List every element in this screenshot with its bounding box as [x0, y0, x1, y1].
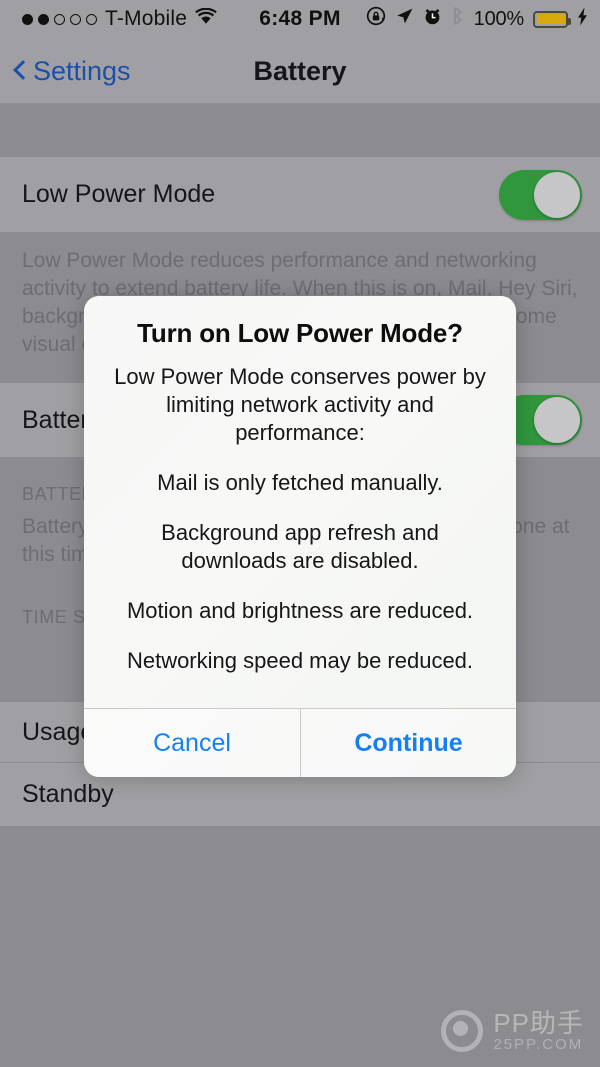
alert-paragraph-1: Low Power Mode conserves power by limiti…	[114, 364, 486, 445]
continue-button[interactable]: Continue	[300, 709, 516, 777]
table-top-gap	[0, 105, 600, 156]
cancel-button[interactable]: Cancel	[84, 709, 300, 777]
alert-content: Turn on Low Power Mode? Low Power Mode c…	[84, 296, 516, 708]
table-bottom-gap	[0, 827, 600, 1067]
alert-paragraph-5: Networking speed may be reduced.	[126, 648, 474, 673]
row-label-standby: Standby	[22, 780, 114, 808]
lightning-bolt-icon	[577, 7, 588, 32]
location-arrow-icon	[395, 7, 414, 32]
toggle-low-power-mode[interactable]	[499, 169, 582, 220]
battery-percent-label: 100%	[473, 7, 525, 30]
alert-title: Turn on Low Power Mode?	[137, 318, 463, 348]
navigation-bar: Settings Battery	[0, 38, 600, 104]
alert-paragraph-2: Mail is only fetched manually.	[157, 470, 443, 495]
page-title: Battery	[253, 55, 347, 86]
battery-icon	[533, 10, 571, 28]
alert-paragraph-4: Motion and brightness are reduced.	[126, 598, 474, 623]
bluetooth-icon	[451, 6, 465, 32]
status-bar: T-Mobile 6:48 PM 100%	[0, 0, 600, 38]
row-low-power-mode[interactable]: Low Power Mode	[0, 156, 600, 233]
alert-dialog: Turn on Low Power Mode? Low Power Mode c…	[84, 296, 516, 777]
alarm-clock-icon	[423, 7, 442, 32]
alert-button-row: Cancel Continue	[84, 708, 516, 777]
alert-paragraph-3: Background app refresh and downloads are…	[161, 520, 439, 573]
row-label-low-power-mode: Low Power Mode	[22, 180, 216, 208]
status-bar-right: 100%	[366, 6, 588, 32]
rotation-lock-icon	[366, 6, 386, 32]
